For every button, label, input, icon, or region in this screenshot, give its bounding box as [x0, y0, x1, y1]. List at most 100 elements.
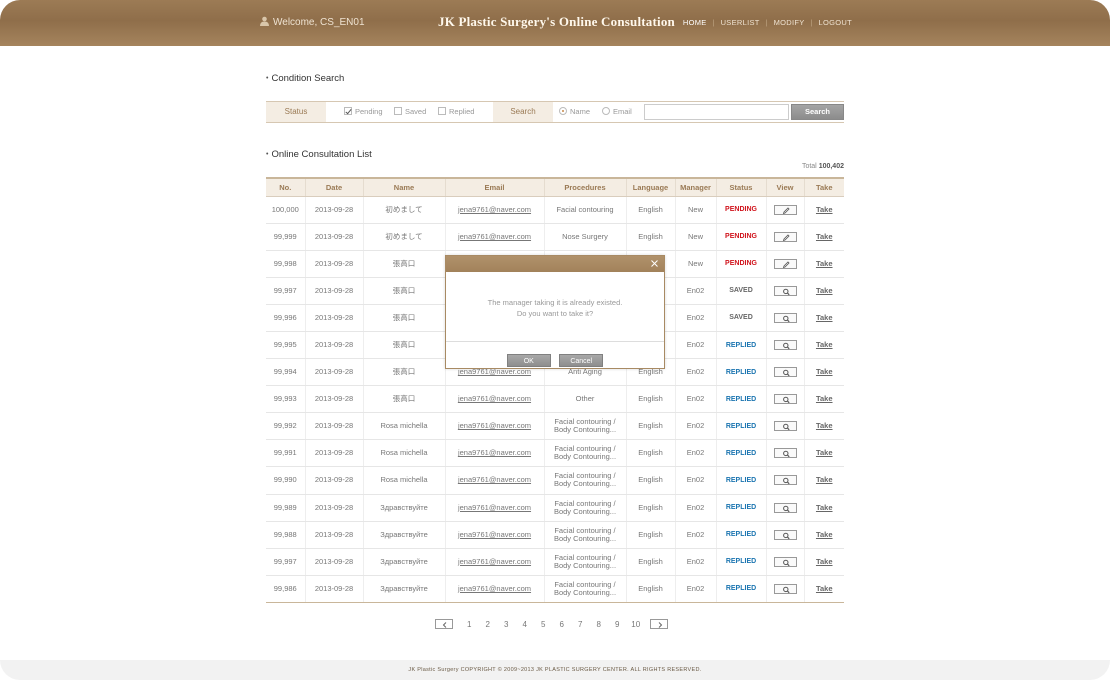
procedure-line1: Other — [575, 394, 595, 404]
cell-manager: En02 — [674, 548, 716, 576]
view-button[interactable] — [773, 448, 797, 459]
email-link[interactable]: jena9761@naver.com — [458, 394, 531, 403]
page-number-link[interactable]: 10 — [627, 620, 646, 629]
take-link[interactable]: Take — [816, 313, 833, 322]
take-link[interactable]: Take — [816, 259, 833, 268]
take-link[interactable]: Take — [816, 205, 833, 214]
view-button[interactable] — [773, 475, 797, 486]
magnifier-icon — [782, 288, 790, 296]
email-radio[interactable] — [602, 107, 610, 115]
email-link[interactable]: jena9761@naver.com — [458, 421, 531, 430]
email-link[interactable]: jena9761@naver.com — [458, 530, 531, 539]
email-link[interactable]: jena9761@naver.com — [458, 232, 531, 241]
cell-view — [765, 521, 804, 549]
cell-take: Take — [803, 466, 844, 495]
cell-email: jena9761@naver.com — [444, 521, 544, 549]
cell-no: 99,998 — [266, 250, 305, 278]
cell-language: English — [625, 466, 675, 495]
take-link[interactable]: Take — [816, 475, 833, 484]
take-link[interactable]: Take — [816, 557, 833, 566]
nav-userlist-link[interactable]: USERLIST — [721, 18, 760, 27]
take-link[interactable]: Take — [816, 394, 833, 403]
page-number-link[interactable]: 2 — [479, 620, 498, 629]
email-link[interactable]: jena9761@naver.com — [458, 205, 531, 214]
take-link[interactable]: Take — [816, 286, 833, 295]
page-number-link[interactable]: 8 — [590, 620, 609, 629]
cell-date: 2013-09-28 — [304, 412, 363, 441]
total-label: Total — [801, 163, 817, 170]
view-button[interactable] — [773, 231, 797, 242]
cell-language: English — [625, 385, 675, 414]
view-button[interactable] — [773, 421, 797, 432]
email-link[interactable]: jena9761@naver.com — [458, 503, 531, 512]
close-icon[interactable] — [650, 259, 659, 268]
status-replied-option[interactable]: Replied — [438, 102, 474, 122]
view-button[interactable] — [773, 285, 797, 296]
cell-date: 2013-09-28 — [304, 494, 363, 522]
view-button[interactable] — [773, 340, 797, 351]
take-link[interactable]: Take — [816, 421, 833, 430]
page-number-link[interactable]: 5 — [534, 620, 553, 629]
column-header: Date — [304, 177, 363, 197]
view-button[interactable] — [773, 394, 797, 405]
column-header: Email — [444, 177, 544, 197]
email-link[interactable]: jena9761@naver.com — [458, 475, 531, 484]
search-by-name-option[interactable]: Name — [559, 102, 590, 122]
welcome-text: Welcome, CS_EN01 — [259, 16, 365, 28]
email-link[interactable]: jena9761@naver.com — [458, 557, 531, 566]
view-button[interactable] — [773, 258, 797, 269]
cell-take: Take — [803, 548, 844, 576]
take-link[interactable]: Take — [816, 367, 833, 376]
cell-status: SAVED — [715, 277, 766, 305]
saved-checkbox[interactable] — [394, 107, 402, 115]
next-page-button[interactable] — [650, 619, 668, 629]
view-button[interactable] — [773, 204, 797, 215]
page-number-link[interactable]: 3 — [497, 620, 516, 629]
nav-home-link[interactable]: HOME — [683, 18, 707, 27]
ok-button[interactable]: OK — [506, 354, 551, 367]
cell-email: jena9761@naver.com — [444, 196, 544, 224]
cell-email: jena9761@naver.com — [444, 439, 544, 468]
nav-logout-link[interactable]: LOGOUT — [819, 18, 852, 27]
cell-no: 99,992 — [266, 412, 305, 441]
cell-view — [765, 223, 804, 251]
pending-checkbox[interactable] — [344, 107, 352, 115]
view-button[interactable] — [773, 556, 797, 567]
page-number-link[interactable]: 7 — [571, 620, 590, 629]
page-number-link[interactable]: 6 — [553, 620, 572, 629]
cell-manager: New — [674, 223, 716, 251]
procedure-line2: Body Contouring... — [553, 533, 617, 543]
email-link[interactable]: jena9761@naver.com — [458, 584, 531, 593]
cancel-button[interactable]: Cancel — [559, 354, 604, 367]
cell-name: Rosa michella — [362, 412, 445, 441]
view-button[interactable] — [773, 312, 797, 323]
take-link[interactable]: Take — [816, 530, 833, 539]
page-number-link[interactable]: 9 — [608, 620, 627, 629]
view-button[interactable] — [773, 583, 797, 594]
cell-procedure: Nose Surgery — [543, 223, 626, 251]
take-link[interactable]: Take — [816, 448, 833, 457]
name-radio[interactable] — [559, 107, 567, 115]
search-input[interactable] — [644, 104, 789, 120]
pencil-icon — [782, 234, 790, 241]
take-link[interactable]: Take — [816, 503, 833, 512]
view-button[interactable] — [773, 367, 797, 378]
replied-checkbox[interactable] — [438, 107, 446, 115]
cell-status: REPLIED — [715, 466, 766, 495]
search-by-email-option[interactable]: Email — [602, 102, 632, 122]
take-link[interactable]: Take — [816, 340, 833, 349]
page-number-link[interactable]: 4 — [516, 620, 535, 629]
search-button[interactable]: Search — [791, 104, 844, 120]
cell-status: REPLIED — [715, 412, 766, 441]
view-button[interactable] — [773, 502, 797, 513]
take-link[interactable]: Take — [816, 584, 833, 593]
email-link[interactable]: jena9761@naver.com — [458, 448, 531, 457]
status-saved-option[interactable]: Saved — [394, 102, 426, 122]
page-number-link[interactable]: 1 — [460, 620, 479, 629]
view-button[interactable] — [773, 529, 797, 540]
nav-modify-link[interactable]: MODIFY — [774, 18, 805, 27]
prev-page-button[interactable] — [435, 619, 453, 629]
status-pending-option[interactable]: Pending — [344, 102, 383, 122]
cell-manager: En02 — [674, 277, 716, 305]
take-link[interactable]: Take — [816, 232, 833, 241]
